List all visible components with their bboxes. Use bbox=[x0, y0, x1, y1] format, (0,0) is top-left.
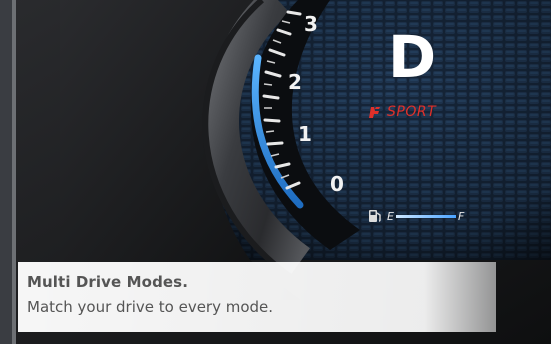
instrument-cluster-banner: 3 2 1 0 D SPORT E F Multi Drive Modes. M… bbox=[0, 0, 551, 344]
fuel-pump-icon bbox=[368, 208, 382, 224]
caption-title: Multi Drive Modes. bbox=[27, 273, 189, 291]
fuel-gauge: E F bbox=[368, 208, 464, 224]
gauge-number-1: 1 bbox=[298, 122, 312, 146]
fuel-empty-label: E bbox=[387, 209, 394, 223]
sport-mode-icon bbox=[366, 104, 382, 120]
gauge-number-3: 3 bbox=[304, 12, 318, 36]
drive-mode-label: SPORT bbox=[387, 104, 437, 120]
gauge-number-0: 0 bbox=[330, 172, 344, 196]
gauge-number-2: 2 bbox=[288, 70, 302, 94]
caption-subtitle: Match your drive to every mode. bbox=[27, 298, 274, 316]
fuel-full-label: F bbox=[457, 209, 465, 223]
drive-mode-indicator: SPORT bbox=[366, 104, 436, 120]
gear-indicator: D bbox=[388, 23, 437, 91]
fuel-level-bar bbox=[395, 214, 456, 218]
